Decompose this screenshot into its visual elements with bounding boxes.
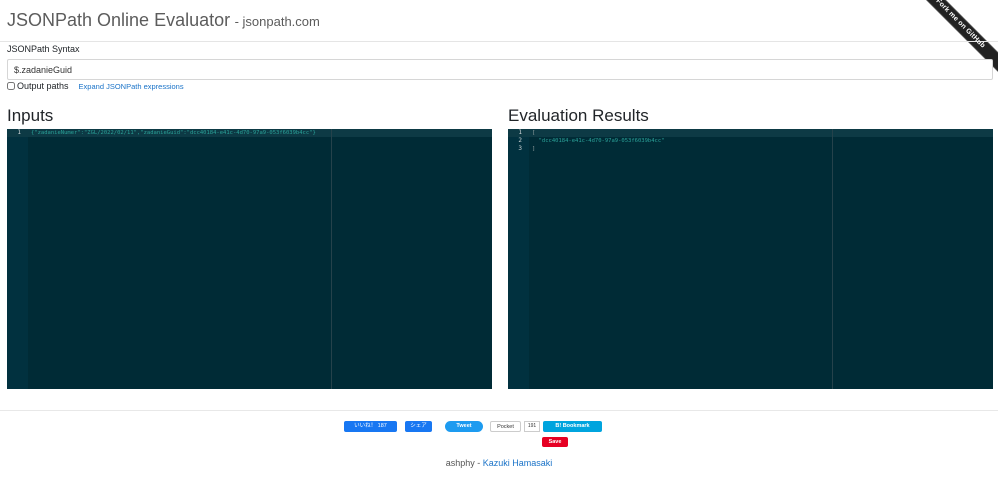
hatena-bookmark-button[interactable]: B! Bookmark — [543, 421, 602, 432]
facebook-share-button[interactable]: シェア — [405, 421, 432, 432]
results-editor[interactable]: 1 [ 2 "dcc40184-e41c-4d70-97a9-053f6039b… — [508, 129, 993, 389]
output-paths-label[interactable]: Output paths — [17, 81, 69, 91]
footer-divider — [0, 410, 998, 411]
editor-line: 1 {"zadanieNumer":"ZGL/2022/02/11","zada… — [7, 129, 492, 137]
tweet-button[interactable]: Tweet — [445, 421, 483, 432]
inputs-gutter — [7, 129, 28, 389]
code-text: "dcc40184-e41c-4d70-97a9-053f6039b4cc" — [532, 138, 665, 144]
header-divider — [0, 41, 998, 42]
pinterest-save-button[interactable]: Save — [542, 437, 568, 447]
pocket-count: 191 — [524, 421, 540, 432]
facebook-like-button[interactable]: いいね！ 187 — [344, 421, 397, 432]
results-gutter — [508, 129, 529, 389]
inputs-editor[interactable]: 1 {"zadanieNumer":"ZGL/2022/02/11","zada… — [7, 129, 492, 389]
line-number: 1 — [518, 129, 522, 136]
line-number: 3 — [518, 145, 522, 152]
print-margin — [832, 129, 833, 389]
output-paths-row: Output paths Expand JSONPath expressions — [7, 81, 184, 91]
page-title: JSONPath Online Evaluator — [7, 10, 231, 30]
code-text: {"zadanieNumer":"ZGL/2022/02/11","zadani… — [31, 130, 316, 136]
footer-author: ashphy - — [445, 458, 481, 468]
author-link[interactable]: Kazuki Hamasaki — [483, 458, 553, 468]
jsonpath-input[interactable] — [7, 59, 993, 80]
code-text: ] — [532, 146, 536, 152]
line-number: 2 — [518, 137, 522, 144]
pocket-button[interactable]: Pocket — [490, 421, 521, 432]
inputs-title: Inputs — [7, 106, 54, 125]
page-subtitle: - jsonpath.com — [234, 14, 320, 29]
print-margin — [331, 129, 332, 389]
line-number: 1 — [17, 129, 21, 136]
code-text: [ — [532, 130, 536, 136]
syntax-label: JSONPath Syntax — [7, 44, 80, 54]
results-title: Evaluation Results — [508, 106, 649, 125]
expand-expressions-link[interactable]: Expand JSONPath expressions — [79, 82, 184, 91]
editor-line: 2 "dcc40184-e41c-4d70-97a9-053f6039b4cc" — [508, 137, 993, 145]
editor-line: 1 [ — [508, 129, 993, 137]
output-paths-checkbox[interactable] — [7, 82, 15, 90]
page-header: JSONPath Online Evaluator - jsonpath.com — [7, 10, 320, 31]
footer: ashphy - Kazuki Hamasaki — [0, 458, 998, 468]
editor-line: 3 ] — [508, 145, 993, 153]
